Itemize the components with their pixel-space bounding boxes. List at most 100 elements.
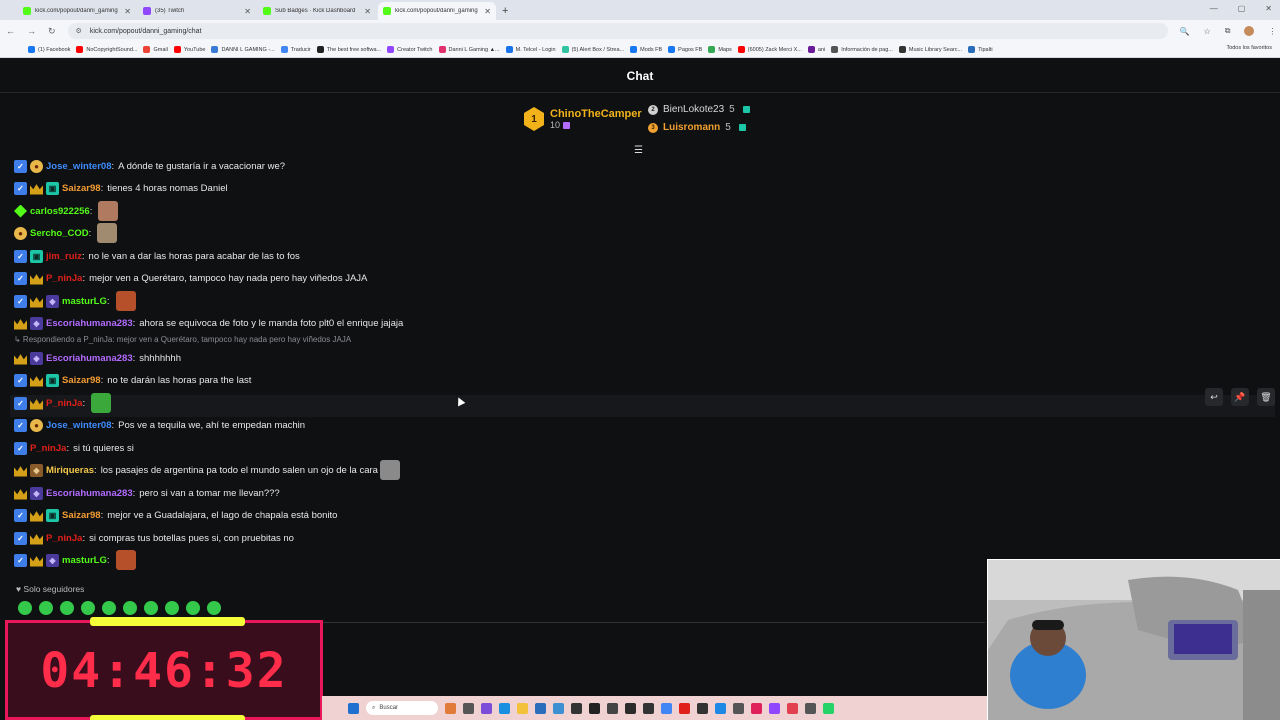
app-icon[interactable] [589,702,600,714]
app-icon[interactable] [481,702,492,714]
site-info-icon[interactable]: ⚙ [76,27,82,35]
app-icon[interactable] [805,702,816,714]
menu-icon[interactable]: ⋮ [1268,27,1276,36]
chat-message[interactable]: ✓ ● Jose_winter08: Pos ve a tequila we, ahí… [14,415,305,435]
chat-message[interactable]: ✓ ▣ Saizar98: mejor ve a Guadalajara, el la… [14,505,337,525]
chat-username[interactable]: P_ninJa [46,398,82,409]
bookmark-item[interactable]: ani [807,46,825,53]
maximize-icon[interactable]: ▢ [1238,4,1246,13]
chat-message[interactable]: carlos922256: [14,201,119,221]
bookmark-item[interactable]: The best free softwa... [316,46,381,53]
chat-username[interactable]: jim_ruiz [46,251,82,262]
browser-tab[interactable]: (35) Twitch ✕ [138,2,256,20]
bookmark-item[interactable]: DANNI L GAMING -... [211,46,275,53]
bookmark-star-icon[interactable]: ☆ [1204,27,1211,36]
chat-message[interactable]: ✓ P_ninJa: mejor ven a Querétaro, tampoco … [14,268,367,288]
folder-icon[interactable] [517,702,528,714]
bookmark-item[interactable]: Tipalti [968,46,993,53]
emote-icon[interactable] [18,601,32,615]
bookmark-item[interactable]: NoCopyrightSound... [76,46,137,53]
chat-username[interactable]: P_ninJa [46,533,82,544]
tab-close-icon[interactable]: ✕ [484,7,491,16]
twitch-icon[interactable] [769,702,780,714]
app-icon[interactable] [499,702,510,714]
start-icon[interactable] [348,702,359,714]
emote-icon[interactable] [207,601,221,615]
close-window-icon[interactable]: ✕ [1265,4,1272,13]
chrome-icon[interactable] [661,702,672,714]
chat-message[interactable]: ◈ Escoriahumana283: shhhhhhh [14,348,181,368]
chat-username[interactable]: Miriqueras [46,465,94,476]
zoom-icon[interactable]: 🔍 [1180,27,1190,36]
app-icon[interactable] [787,702,798,714]
app-icon[interactable] [733,702,744,714]
chat-message[interactable]: ✓ P_ninJa: si tú quieres si [14,438,134,458]
chat-message[interactable]: ✓ ● Jose_winter08: A dónde te gustaría ir a… [14,156,285,176]
taskbar-search[interactable]: ⌕ Buscar [366,701,438,715]
chat-message[interactable]: ✓ P_ninJa: si compras tus botellas pues si… [14,528,294,548]
expand-leaderboard-icon[interactable]: ☰ [634,145,643,156]
app-icon[interactable] [463,702,474,714]
app-icon[interactable] [715,702,726,714]
emote-icon[interactable] [123,601,137,615]
chat-username[interactable]: masturLG [62,296,107,307]
bookmark-item[interactable]: Maps [708,46,732,53]
chat-username[interactable]: Escoriahumana283 [46,488,133,499]
browser-tab[interactable]: kick.com/popout/danni_gaming ✕ [18,2,136,20]
chat-message[interactable]: ✓ ▣ Saizar98: tienes 4 horas nomas Daniel [14,178,228,198]
all-bookmarks-button[interactable]: Todos los favoritos [1226,45,1272,51]
chat-message[interactable]: ✓ P_ninJa: [14,393,112,413]
emote-icon[interactable] [144,601,158,615]
chat-message[interactable]: ◈ Escoriahumana283: pero si van a tomar me… [14,483,280,503]
app-icon[interactable] [625,702,636,714]
chat-message[interactable]: ✓ ▣ Saizar98: no te darán las horas para th… [14,370,251,390]
bookmark-item[interactable]: Music Library Searc... [898,46,962,53]
forward-icon[interactable]: → [27,26,36,36]
chat-message[interactable]: ✓ ◈ masturLG: [14,291,136,311]
chat-username[interactable]: Jose_winter08 [46,161,111,172]
app-icon[interactable] [697,702,708,714]
chat-username[interactable]: masturLG [62,555,107,566]
bookmark-item[interactable]: Creator Twitch [387,46,433,53]
reply-icon[interactable]: ↩ [1205,388,1223,406]
chat-message[interactable]: ✓ ◈ masturLG: [14,550,136,570]
bookmark-item[interactable]: Mods FB [630,46,662,53]
chat-username[interactable]: P_ninJa [46,273,82,284]
pin-icon[interactable]: 📌 [1231,388,1249,406]
chat-username[interactable]: Jose_winter08 [46,420,111,431]
chat-username[interactable]: carlos922256 [30,206,90,217]
chat-message[interactable]: ✓ ▣ jim_ruiz: no le van a dar las horas par… [14,246,300,266]
bookmark-item[interactable]: Pagos FB [668,46,702,53]
tab-close-icon[interactable]: ✕ [364,7,371,16]
new-tab-button[interactable]: + [502,5,508,17]
app-icon[interactable] [571,702,582,714]
url-input[interactable]: ⚙ kick.com/popout/danni_gaming/chat [67,23,1168,39]
chat-message[interactable]: ◈ Escoriahumana283: ahora se equivoca de f… [14,313,403,333]
browser-tab[interactable]: Sub Badges · Kick Dashboard ✕ [258,2,376,20]
whatsapp-icon[interactable] [823,702,834,714]
chat-username[interactable]: Sercho_COD [30,228,89,239]
bookmark-item[interactable]: M. Telcel - Login [505,46,556,53]
app-icon[interactable] [751,702,762,714]
leaderboard-second[interactable]: 2 BienLokote23 5 [648,104,750,115]
emote-icon[interactable] [165,601,179,615]
chat-username[interactable]: Saizar98 [62,510,101,521]
emote-icon[interactable] [60,601,74,615]
reload-icon[interactable]: ↻ [48,26,56,37]
chat-username[interactable]: P_ninJa [30,443,66,454]
back-icon[interactable]: ← [6,26,15,36]
bookmark-item[interactable]: Gmail [143,46,168,53]
mail-icon[interactable] [553,702,564,714]
chat-message[interactable]: ◆ Miriqueras: los pasajes de argentina pa … [14,460,400,480]
leaderboard-first[interactable]: 1 ChinoTheCamper 10 [524,107,642,131]
app-icon[interactable] [643,702,654,714]
chat-username[interactable]: Saizar98 [62,375,101,386]
emote-icon[interactable] [81,601,95,615]
chat-username[interactable]: Saizar98 [62,183,101,194]
browser-tab[interactable]: kick.com/popout/danni_gaming ✕ [378,2,496,20]
emote-icon[interactable] [102,601,116,615]
chat-username[interactable]: Escoriahumana283 [46,318,133,329]
bookmark-item[interactable]: Traducir [280,46,311,53]
app-icon[interactable] [679,702,690,714]
app-icon[interactable] [445,702,456,714]
